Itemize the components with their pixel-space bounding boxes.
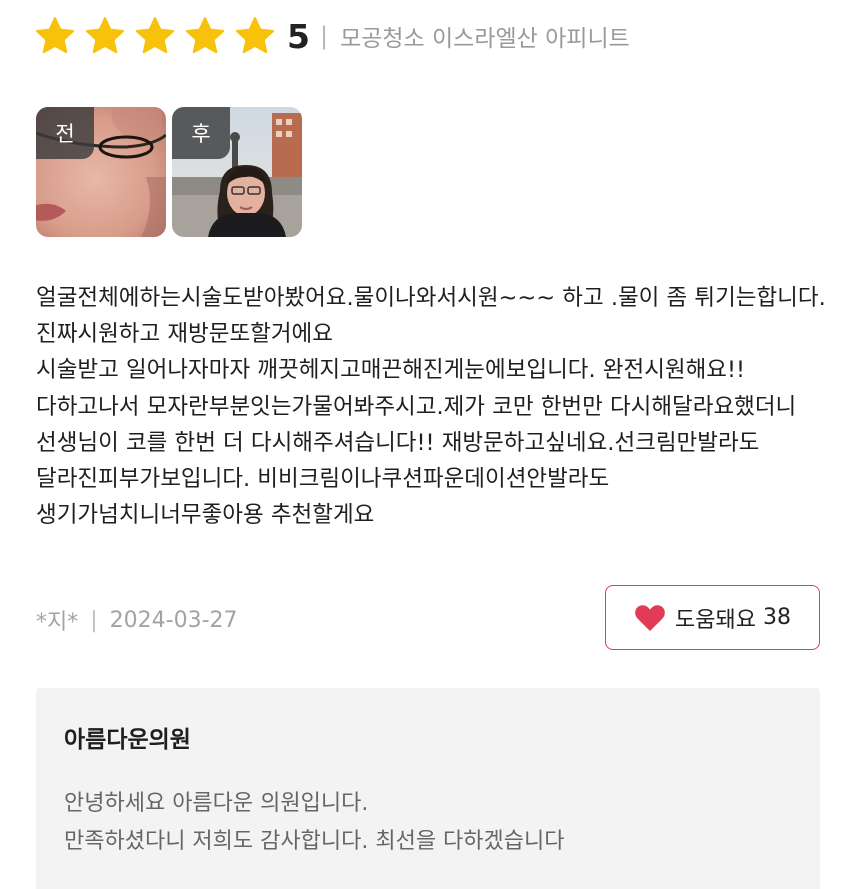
star-icon xyxy=(34,15,76,57)
review-text: 얼굴전체에하는시술도받아봤어요.물이나와서시원~~~ 하고 .물이 좀 튀기는합… xyxy=(36,285,826,529)
before-tag: 전 xyxy=(36,107,94,159)
review-meta: *지* | 2024-03-27 xyxy=(36,604,238,636)
clinic-reply: 아름다운의원 안녕하세요 아름다운 의원입니다. 만족하셨다니 저희도 감사합니… xyxy=(36,688,820,889)
rating-row: 5 | 모공청소 이스라엘산 아피니트 xyxy=(34,14,630,58)
meta-separator: | xyxy=(90,607,98,633)
heart-icon xyxy=(635,604,665,631)
rating-score: 5 xyxy=(287,16,310,56)
review-author: *지* xyxy=(36,610,79,635)
rating-separator: | xyxy=(319,22,329,50)
reply-text: 안녕하세요 아름다운 의원입니다. 만족하셨다니 저희도 감사합니다. 최선을 … xyxy=(64,791,565,854)
helpful-count: 38 xyxy=(762,605,791,630)
star-icon xyxy=(134,15,176,57)
helpful-button[interactable]: 도움돼요 38 xyxy=(605,585,820,650)
after-photo[interactable]: 후 xyxy=(172,107,302,237)
product-name: 모공청소 이스라엘산 아피니트 xyxy=(340,26,630,52)
star-icon xyxy=(184,15,226,57)
reply-author: 아름다운의원 xyxy=(64,727,191,753)
star-icon xyxy=(84,15,126,57)
after-tag: 후 xyxy=(172,107,230,159)
review-date: 2024-03-27 xyxy=(109,607,238,633)
before-photo[interactable]: 전 xyxy=(36,107,166,237)
helpful-label: 도움돼요 xyxy=(675,607,756,633)
star-icon xyxy=(234,15,276,57)
